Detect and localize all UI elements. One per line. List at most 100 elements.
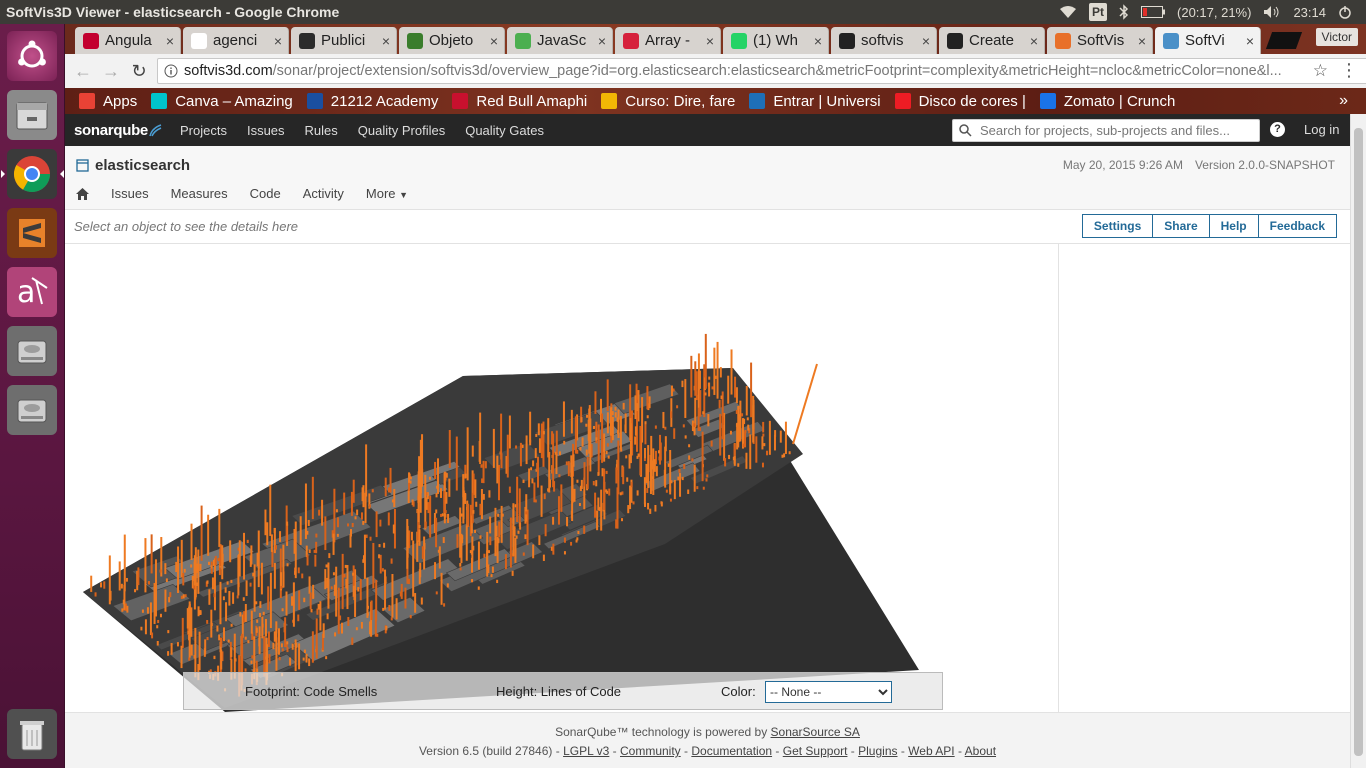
wifi-icon[interactable] bbox=[1059, 5, 1077, 19]
address-bar[interactable]: softvis3d.com/sonar/project/extension/so… bbox=[157, 58, 1366, 84]
drive-icon-1[interactable] bbox=[7, 326, 57, 376]
bookmark-label: Zomato | Crunch bbox=[1063, 92, 1176, 110]
close-icon[interactable]: × bbox=[706, 33, 714, 49]
tab-activity[interactable]: Activity bbox=[303, 186, 344, 201]
browser-tab[interactable]: Objeto × bbox=[399, 27, 505, 54]
chrome-menu-icon[interactable]: ⋮ bbox=[1340, 60, 1358, 81]
close-icon[interactable]: × bbox=[598, 33, 606, 49]
bookmarks-overflow-icon[interactable]: » bbox=[1339, 92, 1348, 110]
close-icon[interactable]: × bbox=[490, 33, 498, 49]
nav-projects[interactable]: Projects bbox=[180, 123, 227, 138]
bookmark-item[interactable]: Disco de cores | bbox=[894, 93, 1026, 110]
bookmark-item[interactable]: 21212 Academy bbox=[306, 93, 438, 110]
footer-link-documentation[interactable]: Documentation bbox=[691, 744, 772, 758]
scrollbar-thumb[interactable] bbox=[1354, 128, 1363, 756]
analysis-date: May 20, 2015 9:26 AM bbox=[1062, 158, 1183, 172]
codecademy-icon bbox=[623, 32, 639, 49]
footer-link-lgpl[interactable]: LGPL v3 bbox=[563, 744, 609, 758]
project-title[interactable]: elasticsearch bbox=[95, 157, 190, 174]
tab-label: SoftVi bbox=[1185, 32, 1225, 49]
bookmark-item[interactable]: Curso: Dire, fare bbox=[601, 93, 735, 110]
footer-powered-by: SonarQube™ technology is powered by bbox=[555, 725, 771, 739]
power-icon[interactable] bbox=[1338, 5, 1352, 19]
footer-link-get-support[interactable]: Get Support bbox=[783, 744, 848, 758]
footer-version: Version 6.5 (build 27846) bbox=[418, 744, 553, 758]
battery-icon[interactable] bbox=[1141, 6, 1166, 18]
page-scrollbar[interactable] bbox=[1350, 114, 1366, 768]
browser-tab[interactable]: JavaSc × bbox=[507, 27, 613, 54]
info-icon[interactable] bbox=[164, 64, 178, 78]
trash-icon[interactable] bbox=[7, 709, 57, 759]
browser-tab[interactable]: agenci × bbox=[183, 27, 289, 54]
volume-icon[interactable] bbox=[1263, 5, 1281, 19]
footer-link-about[interactable]: About bbox=[965, 744, 996, 758]
3d-city-scene[interactable]: Footprint: Code Smells Height: Lines of … bbox=[65, 244, 1059, 712]
tab-more[interactable]: More ▼ bbox=[366, 186, 408, 201]
browser-tab[interactable]: Publici × bbox=[291, 27, 397, 54]
home-icon[interactable] bbox=[76, 187, 89, 200]
color-metric-select[interactable]: -- None -- bbox=[765, 681, 892, 703]
sublime-text-icon[interactable] bbox=[7, 208, 57, 258]
browser-tab[interactable]: (1) Wh × bbox=[723, 27, 829, 54]
global-search-input[interactable]: Search for projects, sub-projects and fi… bbox=[952, 119, 1260, 142]
footer-link-web-api[interactable]: Web API bbox=[908, 744, 954, 758]
close-icon[interactable]: × bbox=[274, 33, 282, 49]
close-icon[interactable]: × bbox=[922, 33, 930, 49]
share-button[interactable]: Share bbox=[1152, 214, 1210, 238]
ubuntu-dash-icon[interactable] bbox=[7, 31, 57, 81]
close-icon[interactable]: × bbox=[814, 33, 822, 49]
footer-link-community[interactable]: Community bbox=[620, 744, 681, 758]
nav-issues[interactable]: Issues bbox=[247, 123, 285, 138]
files-icon[interactable] bbox=[7, 90, 57, 140]
help-button[interactable]: Help bbox=[1208, 214, 1259, 238]
new-tab-button[interactable] bbox=[1265, 32, 1303, 49]
bookmark-item[interactable]: Canva – Amazing bbox=[151, 93, 293, 110]
browser-tab[interactable]: Create × bbox=[939, 27, 1045, 54]
nav-quality-profiles[interactable]: Quality Profiles bbox=[358, 123, 445, 138]
footer-link-plugins[interactable]: Plugins bbox=[858, 744, 897, 758]
browser-tab[interactable]: Angula × bbox=[75, 27, 181, 54]
footprint-label: Footprint: Code Smells bbox=[245, 684, 378, 699]
tab-issues[interactable]: Issues bbox=[111, 186, 149, 201]
github-icon bbox=[947, 32, 963, 49]
feedback-button[interactable]: Feedback bbox=[1257, 214, 1337, 238]
keyboard-layout-indicator[interactable]: Pt bbox=[1089, 3, 1108, 21]
sonarqube-navbar: sonarqube Projects Issues Rules Quality … bbox=[65, 114, 1350, 146]
browser-tab[interactable]: Array - × bbox=[615, 27, 721, 54]
browser-tab[interactable]: softvis × bbox=[831, 27, 937, 54]
close-icon[interactable]: × bbox=[382, 33, 390, 49]
clock[interactable]: 23:14 bbox=[1293, 5, 1326, 20]
bookmark-item[interactable]: Entrar | Universi bbox=[749, 93, 881, 110]
tab-measures[interactable]: Measures bbox=[171, 186, 228, 201]
close-icon[interactable]: × bbox=[1030, 33, 1038, 49]
back-button[interactable]: ← bbox=[69, 61, 97, 82]
tab-code[interactable]: Code bbox=[250, 186, 281, 201]
nav-quality-gates[interactable]: Quality Gates bbox=[465, 123, 544, 138]
browser-tab[interactable]: SoftVis × bbox=[1047, 27, 1153, 54]
close-icon[interactable]: × bbox=[1138, 33, 1146, 49]
chrome-icon[interactable] bbox=[1, 149, 64, 199]
browser-tab[interactable]: SoftVi × bbox=[1155, 27, 1261, 54]
libreoffice-impress-icon[interactable]: a bbox=[7, 267, 57, 317]
battery-status[interactable]: (20:17, 21%) bbox=[1177, 5, 1251, 20]
drive-icon-2[interactable] bbox=[7, 385, 57, 435]
sonarsource-link[interactable]: SonarSource SA bbox=[771, 725, 860, 739]
bookmark-item[interactable]: Zomato | Crunch bbox=[1039, 92, 1176, 110]
settings-button[interactable]: Settings bbox=[1081, 214, 1154, 238]
bookmark-star-icon[interactable]: ☆ bbox=[1313, 61, 1328, 81]
tab-label: Angula bbox=[105, 32, 152, 49]
login-link[interactable]: Log in bbox=[1304, 122, 1339, 137]
help-icon[interactable]: ? bbox=[1270, 122, 1285, 137]
sonarqube-logo[interactable]: sonarqube bbox=[74, 122, 148, 139]
bluetooth-icon[interactable] bbox=[1119, 4, 1129, 20]
profile-button[interactable]: Victor bbox=[1315, 28, 1358, 46]
bookmark-item[interactable]: Red Bull Amaphi bbox=[452, 93, 587, 110]
reload-button[interactable]: ↻ bbox=[125, 61, 153, 82]
close-icon[interactable]: × bbox=[1246, 33, 1254, 49]
color-label: Color: bbox=[721, 684, 756, 699]
forward-button[interactable]: → bbox=[97, 61, 125, 82]
3d-city-canvas[interactable] bbox=[65, 244, 1059, 712]
bookmark-item[interactable]: Apps bbox=[79, 93, 137, 110]
close-icon[interactable]: × bbox=[166, 33, 174, 49]
nav-rules[interactable]: Rules bbox=[305, 123, 338, 138]
